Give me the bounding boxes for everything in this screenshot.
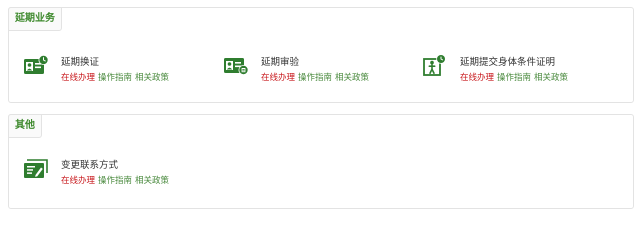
related-policy-link[interactable]: 相关政策 xyxy=(135,175,169,185)
service-title[interactable]: 延期审验 xyxy=(261,54,299,68)
service-links: 在线办理 操作指南 相关政策 xyxy=(61,174,169,186)
online-handle-link[interactable]: 在线办理 xyxy=(261,72,295,82)
online-handle-link[interactable]: 在线办理 xyxy=(460,72,494,82)
service-title[interactable]: 延期换证 xyxy=(61,54,99,68)
id-card-clock-icon xyxy=(23,54,49,76)
related-policy-link[interactable]: 相关政策 xyxy=(335,72,369,82)
service-title[interactable]: 延期提交身体条件证明 xyxy=(460,54,555,68)
operation-guide-link[interactable]: 操作指南 xyxy=(98,72,132,82)
service-links: 在线办理 操作指南 相关政策 xyxy=(61,71,169,83)
service-links: 在线办理 操作指南 相关政策 xyxy=(261,71,369,83)
operation-guide-link[interactable]: 操作指南 xyxy=(298,72,332,82)
section-title: 其他 xyxy=(8,114,42,138)
id-card-review-icon xyxy=(223,54,249,76)
related-policy-link[interactable]: 相关政策 xyxy=(135,72,169,82)
operation-guide-link[interactable]: 操作指南 xyxy=(497,72,531,82)
online-handle-link[interactable]: 在线办理 xyxy=(61,72,95,82)
related-policy-link[interactable]: 相关政策 xyxy=(534,72,568,82)
service-links: 在线办理 操作指南 相关政策 xyxy=(460,71,568,83)
operation-guide-link[interactable]: 操作指南 xyxy=(98,175,132,185)
contact-card-edit-icon xyxy=(23,157,49,179)
section-title: 延期业务 xyxy=(8,7,62,31)
section-extension-services: 延期业务 延期换证 在线办理 操作指南 相关政策 延期审验 在线办理 操作指南 … xyxy=(8,7,634,103)
service-title[interactable]: 变更联系方式 xyxy=(61,157,118,171)
person-clock-icon xyxy=(422,54,448,76)
section-other: 其他 变更联系方式 在线办理 操作指南 相关政策 xyxy=(8,114,634,209)
online-handle-link[interactable]: 在线办理 xyxy=(61,175,95,185)
